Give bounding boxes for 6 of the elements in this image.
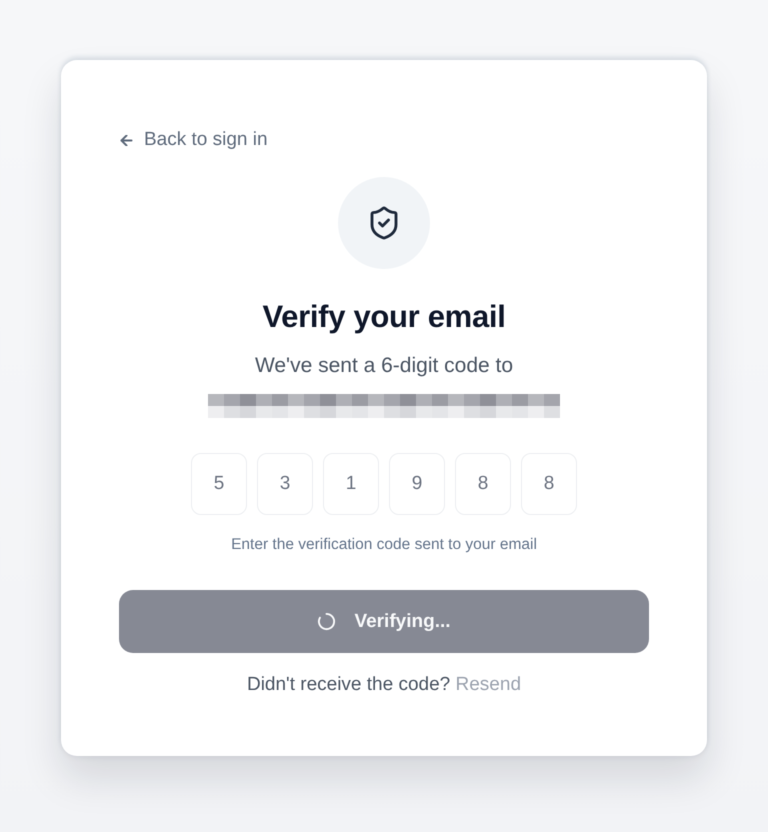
- resend-prompt: Didn't receive the code? Resend: [246, 673, 522, 697]
- subtitle: We've sent a 6-digit code to: [254, 353, 514, 379]
- shield-check-icon: [338, 177, 430, 269]
- title: Verify your email: [262, 298, 506, 336]
- back-link[interactable]: Back to sign in: [119, 128, 268, 152]
- hint-text: Enter the verification code sent to your email: [231, 535, 537, 555]
